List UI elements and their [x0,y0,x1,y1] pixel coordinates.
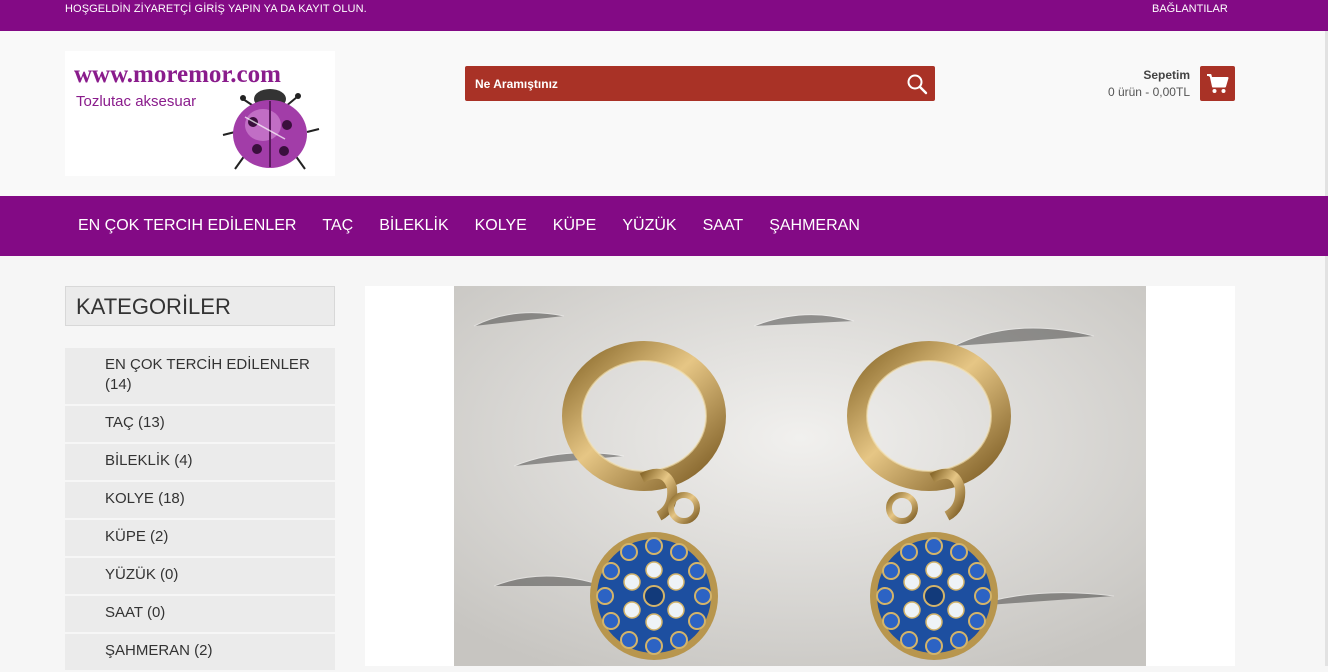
category-item-sahmeran[interactable]: ŞAHMERAN (2) [65,634,335,672]
category-item-tiara[interactable]: TAÇ (13) [65,406,335,444]
nav-item-most-preferred[interactable]: EN ÇOK TERCIH EDİLENLER [65,196,309,256]
category-item-bracelet[interactable]: BİLEKLİK (4) [65,444,335,482]
ladybug-icon [222,89,320,170]
category-item-necklace[interactable]: KOLYE (18) [65,482,335,520]
nav-item-earring[interactable]: KÜPE [540,196,610,256]
shopping-cart-icon [1207,74,1229,93]
product-image[interactable] [454,286,1146,666]
cart-button[interactable] [1200,66,1235,101]
main-content [365,286,1235,666]
category-item-earring[interactable]: KÜPE (2) [65,520,335,558]
category-sidebar: KATEGORİLER EN ÇOK TERCİH EDİLENLER (14)… [65,286,335,672]
nav-item-tiara[interactable]: TAÇ [309,196,366,256]
search-bar [465,66,935,101]
category-item-ring[interactable]: YÜZÜK (0) [65,558,335,596]
category-list: EN ÇOK TERCİH EDİLENLER (14) TAÇ (13) Bİ… [65,348,335,672]
search-input[interactable] [465,66,890,101]
welcome-message[interactable]: HOŞGELDİN ZİYARETÇİ GİRİŞ YAPIN YA DA KA… [65,3,367,15]
category-item-watch[interactable]: SAAT (0) [65,596,335,634]
cart-total: 0 ürün - 0,00TL [1107,85,1190,99]
earrings-photo [454,286,1146,666]
main-navigation: EN ÇOK TERCIH EDİLENLER TAÇ BİLEKLİK KOL… [0,196,1328,256]
nav-item-watch[interactable]: SAAT [690,196,757,256]
category-item-most-preferred[interactable]: EN ÇOK TERCİH EDİLENLER (14) [65,348,335,406]
nav-item-sahmeran[interactable]: ŞAHMERAN [756,196,873,256]
nav-item-necklace[interactable]: KOLYE [462,196,540,256]
logo-tagline: Tozlutac aksesuar [76,93,197,110]
links-menu[interactable]: BAĞLANTILAR [1152,3,1228,15]
site-logo[interactable]: www.moremor.com Tozlutac aksesuar [65,51,335,176]
cart-title: Sepetim [1143,68,1190,82]
search-icon[interactable] [905,72,929,96]
top-bar: HOŞGELDİN ZİYARETÇİ GİRİŞ YAPIN YA DA KA… [0,0,1328,31]
nav-item-ring[interactable]: YÜZÜK [609,196,689,256]
sidebar-heading: KATEGORİLER [65,286,335,326]
cart-summary[interactable]: Sepetim 0 ürün - 0,00TL [1080,68,1190,99]
nav-item-bracelet[interactable]: BİLEKLİK [366,196,461,256]
